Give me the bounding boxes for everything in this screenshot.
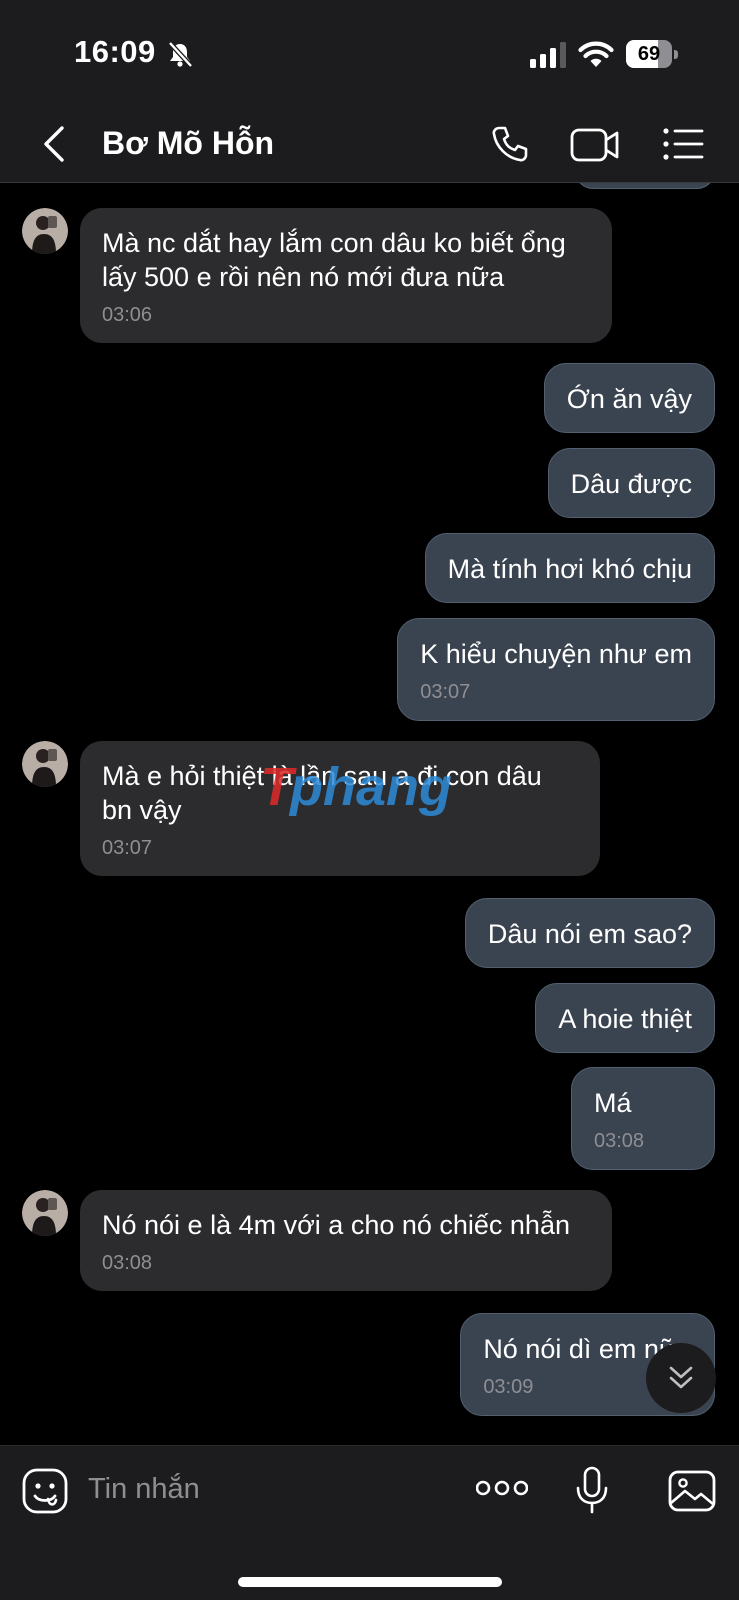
message-text: K hiểu chuyện như em — [420, 639, 692, 669]
message-timestamp: 03:07 — [102, 837, 153, 859]
battery-percentage: 69 — [637, 43, 661, 65]
video-call-icon[interactable] — [570, 126, 620, 164]
bell-muted-icon — [168, 41, 193, 68]
message-timestamp: 03:08 — [594, 1130, 645, 1152]
chat-header: Bơ Mõ Hỗn — [0, 110, 739, 183]
microphone-icon[interactable] — [574, 1466, 610, 1514]
message-bubble-incoming[interactable]: Nó nói e là 4m với a cho nó chiếc nhẫn 0… — [80, 1190, 612, 1291]
message-text: Mà tính hơi khó chịu — [447, 554, 692, 584]
message-bubble-incoming[interactable]: Mà nc dắt hay lắm con dâu ko biết ổng lấ… — [80, 208, 612, 343]
battery-indicator: 69 — [626, 40, 678, 68]
message-timestamp: 03:08 — [102, 1252, 153, 1274]
message-text: Dâu nói em sao? — [487, 919, 692, 949]
battery-icon: 69 — [626, 40, 672, 68]
status-time: 16:09 — [74, 34, 156, 69]
sticker-emoji-icon[interactable] — [22, 1468, 68, 1514]
message-bubble-outgoing[interactable]: Ớn ăn vậy — [543, 363, 715, 433]
message-timestamp: 03:07 — [420, 681, 471, 703]
message-bubble-outgoing[interactable]: Dâu nói em sao? — [464, 898, 715, 968]
contact-avatar[interactable] — [22, 208, 68, 254]
chat-screen: 16:09 69 Bơ Mõ Hỗn Mà nc dắt hay lắm con… — [0, 0, 739, 1600]
home-indicator — [238, 1577, 502, 1587]
message-list[interactable]: Mà nc dắt hay lắm con dâu ko biết ổng lấ… — [0, 183, 739, 1445]
contact-avatar[interactable] — [22, 1190, 68, 1236]
message-bubble-outgoing[interactable]: Dâu được — [547, 448, 715, 518]
previous-message-bubble — [575, 183, 715, 189]
message-text: Nó nói e là 4m với a cho nó chiếc nhẫn — [102, 1210, 570, 1240]
message-text: Mà e hỏi thiệt là lần sau a đi con dâu b… — [102, 761, 550, 825]
cellular-signal-icon — [530, 42, 566, 68]
contact-name[interactable]: Bơ Mõ Hỗn — [102, 125, 274, 162]
more-options-icon[interactable] — [476, 1476, 528, 1500]
message-text: Ớn ăn vậy — [566, 384, 692, 414]
back-arrow-icon[interactable] — [38, 124, 70, 164]
message-bubble-outgoing[interactable]: K hiểu chuyện như em 03:07 — [397, 618, 715, 721]
message-input[interactable] — [88, 1464, 448, 1514]
message-text: Má — [594, 1088, 632, 1118]
message-bubble-outgoing[interactable]: Mà tính hơi khó chịu — [424, 533, 715, 603]
status-bar: 16:09 69 — [0, 0, 739, 110]
message-input-bar — [0, 1445, 739, 1600]
message-bubble-outgoing[interactable]: Má 03:08 — [571, 1067, 715, 1170]
message-text: A hoie thiệt — [558, 1004, 692, 1034]
image-gallery-icon[interactable] — [668, 1470, 716, 1512]
message-text: Mà nc dắt hay lắm con dâu ko biết ổng lấ… — [102, 228, 574, 292]
phone-call-icon[interactable] — [490, 124, 530, 164]
contact-avatar[interactable] — [22, 741, 68, 787]
list-menu-icon[interactable] — [662, 126, 704, 162]
message-text: Dâu được — [570, 469, 692, 499]
double-chevron-down-icon — [669, 1366, 693, 1389]
wifi-icon — [578, 41, 614, 67]
scroll-to-bottom-button[interactable] — [646, 1343, 716, 1413]
message-bubble-outgoing[interactable]: A hoie thiệt — [535, 983, 715, 1053]
message-bubble-incoming[interactable]: Mà e hỏi thiệt là lần sau a đi con dâu b… — [80, 741, 600, 876]
battery-cap — [674, 50, 678, 59]
message-timestamp: 03:06 — [102, 304, 153, 326]
